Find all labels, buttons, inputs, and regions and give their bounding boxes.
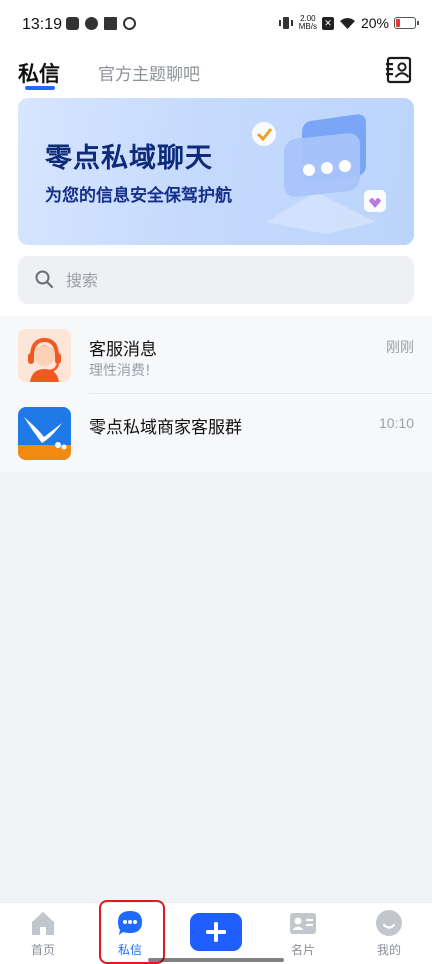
conversation-time: 10:10 — [378, 415, 414, 431]
nav-profile[interactable]: 我的 — [359, 909, 419, 961]
net-speed-unit: MB/s — [298, 22, 317, 31]
search-input[interactable] — [66, 268, 366, 292]
sync-icon — [123, 17, 136, 30]
conversation-item[interactable]: 零点私域商家客服群 10:10 — [0, 394, 432, 472]
status-time: 13:19 — [22, 16, 63, 33]
tab-private-messages[interactable]: 私信 — [18, 58, 60, 88]
active-tab-indicator — [25, 86, 55, 90]
add-button[interactable] — [190, 913, 242, 951]
nav-home-label: 首页 — [30, 943, 55, 957]
chat-bubbles-illustration-icon — [252, 114, 386, 234]
home-icon — [32, 912, 54, 935]
no-sim-icon: ✕ — [321, 16, 334, 30]
cloud-icon — [85, 17, 98, 30]
vibrate-icon — [278, 17, 293, 29]
highlight-ring — [99, 900, 165, 964]
customer-service-avatar-icon — [18, 329, 71, 382]
conversation-time: 刚刚 — [386, 339, 414, 355]
nav-home[interactable]: 首页 — [13, 909, 73, 961]
promo-banner[interactable]: 零点私域聊天 为您的信息安全保驾护航 — [18, 98, 414, 245]
wifi-icon — [339, 17, 355, 29]
battery-icon — [394, 17, 419, 29]
conversation-title: 客服消息 — [89, 340, 157, 360]
bird-logo-avatar-icon — [18, 407, 71, 460]
battery-percent: 20% — [360, 15, 389, 31]
conversation-item[interactable]: 客服消息 理性消费! 刚刚 — [0, 316, 432, 394]
net-speed: 2.00 MB/s — [299, 15, 317, 31]
notification-icons — [66, 17, 136, 30]
contact-card-icon[interactable] — [386, 56, 412, 84]
conversation-title: 零点私域商家客服群 — [89, 418, 242, 438]
nav-card[interactable]: 名片 — [273, 909, 333, 961]
home-indicator — [148, 958, 284, 962]
status-right: 2.00 MB/s ✕ 20% — [278, 15, 419, 31]
notification-icon — [66, 17, 79, 30]
banner-subtitle: 为您的信息安全保驾护航 — [45, 186, 232, 206]
conversation-list: 客服消息 理性消费! 刚刚 零点私域商家客服群 10:10 — [0, 316, 432, 472]
crown-icon — [104, 17, 117, 30]
banner-title: 零点私域聊天 — [45, 143, 213, 174]
search-bar[interactable] — [18, 256, 414, 304]
plus-icon — [206, 922, 226, 942]
card-icon — [290, 913, 316, 934]
profile-icon — [376, 910, 402, 936]
status-bar: 13:19 2.00 MB/s ✕ 20% — [0, 0, 432, 50]
conversation-preview: 理性消费! — [89, 363, 151, 379]
tab-official-topic-chat[interactable]: 官方主题聊吧 — [98, 60, 200, 85]
nav-profile-label: 我的 — [376, 943, 401, 957]
nav-card-label: 名片 — [290, 943, 315, 957]
search-icon — [35, 270, 54, 289]
